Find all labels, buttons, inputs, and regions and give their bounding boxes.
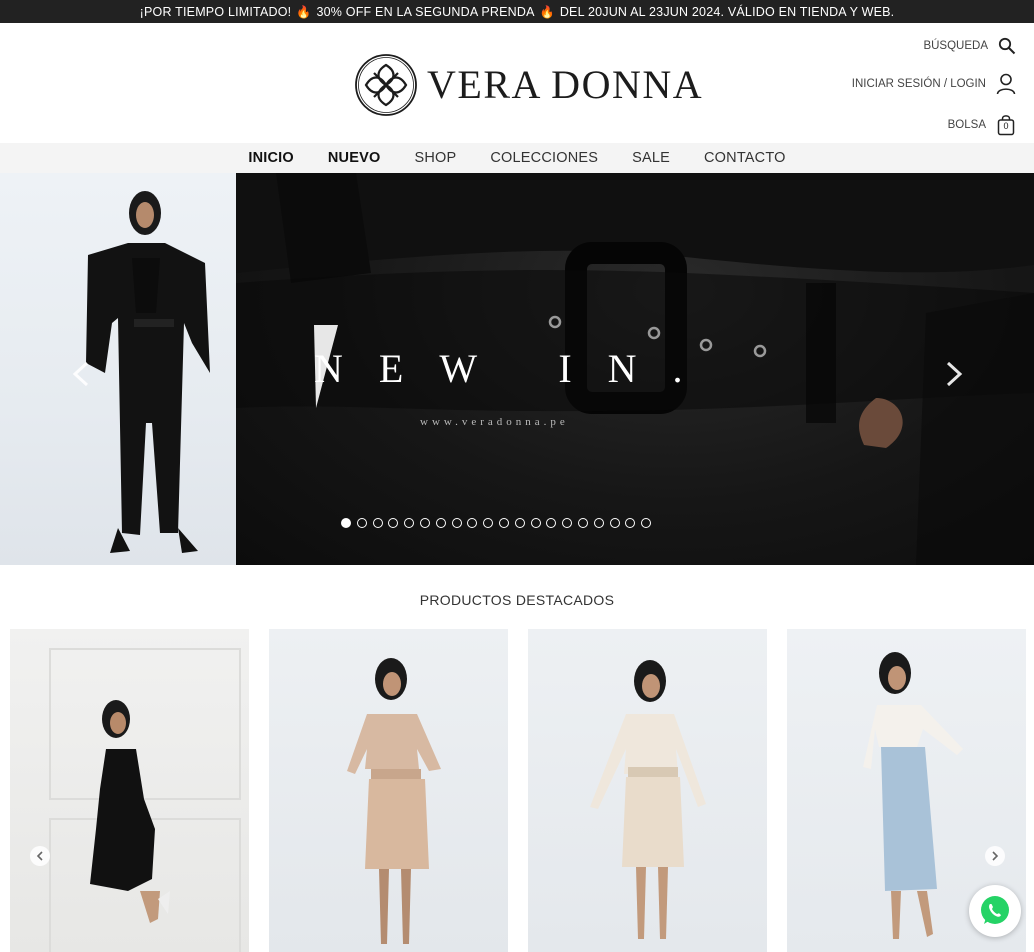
hero-model-image — [0, 173, 236, 565]
carousel-next-button[interactable] — [985, 846, 1005, 866]
slider-dot[interactable] — [451, 518, 462, 528]
slider-dot[interactable] — [562, 518, 573, 528]
bag-icon: 0 — [996, 114, 1016, 136]
product-card-1[interactable] — [10, 629, 249, 952]
slider-dot[interactable] — [577, 518, 588, 528]
product-image-3 — [590, 660, 706, 939]
section-title: PRODUCTOS DESTACADOS — [419, 592, 615, 608]
whatsapp-button[interactable] — [969, 885, 1021, 937]
slider-dot[interactable] — [530, 518, 541, 528]
nav-item-colecciones[interactable]: COLECCIONES — [490, 150, 598, 166]
nav-item-contacto[interactable]: CONTACTO — [704, 150, 786, 166]
product-image-2 — [347, 658, 441, 944]
nav-item-inicio[interactable]: INICIO — [248, 150, 294, 166]
slider-dot[interactable] — [372, 518, 383, 528]
hero-title: NEW IN. — [314, 346, 719, 391]
chevron-left-icon — [36, 851, 43, 861]
user-icon — [996, 73, 1016, 95]
site-header: VERA DONNA BÚSQUEDA INICIAR SESIÓN / LOG… — [0, 23, 1034, 143]
slider-dot[interactable] — [546, 518, 557, 528]
announcement-text-3: DEL 20JUN AL 23JUN 2024. VÁLIDO EN TIEND… — [559, 4, 895, 19]
slider-dot[interactable] — [388, 518, 399, 528]
flame-icon: 🔥 — [539, 4, 555, 19]
slider-dot[interactable] — [356, 518, 367, 528]
chevron-right-icon — [992, 851, 999, 861]
logo-emblem-icon — [355, 54, 417, 116]
bag-link[interactable]: BOLSA 0 — [948, 114, 1016, 136]
slider-dot[interactable] — [641, 518, 652, 528]
slider-dot[interactable] — [593, 518, 604, 528]
search-label: BÚSQUEDA — [923, 40, 988, 52]
product-image-1 — [49, 648, 241, 952]
hero-url: www.veradonna.pe — [420, 416, 569, 428]
bag-label: BOLSA — [947, 119, 986, 131]
slider-dot[interactable] — [467, 518, 478, 528]
slider-dot[interactable] — [435, 518, 446, 528]
search-icon — [998, 37, 1016, 55]
announcement-text-1: ¡POR TIEMPO LIMITADO! — [139, 4, 292, 19]
nav-item-sale[interactable]: SALE — [632, 150, 670, 166]
hero-slider[interactable]: NEW IN. www.veradonna.pe — [0, 173, 1034, 565]
product-card-2[interactable] — [269, 629, 508, 952]
slider-dot[interactable] — [483, 518, 494, 528]
slider-dot[interactable] — [341, 518, 351, 528]
nav-item-shop[interactable]: SHOP — [414, 150, 456, 166]
slider-dot[interactable] — [419, 518, 430, 528]
slider-dot[interactable] — [609, 518, 620, 528]
main-nav: INICIO NUEVO SHOP COLECCIONES SALE CONTA… — [0, 143, 1034, 173]
slider-dot[interactable] — [404, 518, 415, 528]
announcement-text-2: 30% OFF EN LA SEGUNDA PRENDA — [316, 4, 535, 19]
chevron-right-icon[interactable] — [943, 361, 965, 387]
slider-dot[interactable] — [498, 518, 509, 528]
slider-dot[interactable] — [625, 518, 636, 528]
bag-count: 0 — [1003, 121, 1009, 131]
slider-pagination — [341, 518, 652, 528]
product-carousel — [10, 629, 1026, 952]
whatsapp-icon — [981, 896, 1009, 924]
carousel-prev-button[interactable] — [30, 846, 50, 866]
brand-name: VERA DONNA — [427, 62, 704, 107]
login-label: INICIAR SESIÓN / LOGIN — [851, 78, 986, 90]
product-card-3[interactable] — [528, 629, 767, 952]
flame-icon: 🔥 — [296, 4, 312, 19]
nav-item-nuevo[interactable]: NUEVO — [328, 150, 381, 166]
chevron-left-icon[interactable] — [70, 361, 92, 387]
announcement-bar: ¡POR TIEMPO LIMITADO! 🔥 30% OFF EN LA SE… — [0, 0, 1034, 23]
search-link[interactable]: BÚSQUEDA — [923, 37, 1016, 55]
brand-logo[interactable]: VERA DONNA — [354, 53, 703, 117]
login-link[interactable]: INICIAR SESIÓN / LOGIN — [852, 73, 1016, 95]
slider-dot[interactable] — [514, 518, 525, 528]
